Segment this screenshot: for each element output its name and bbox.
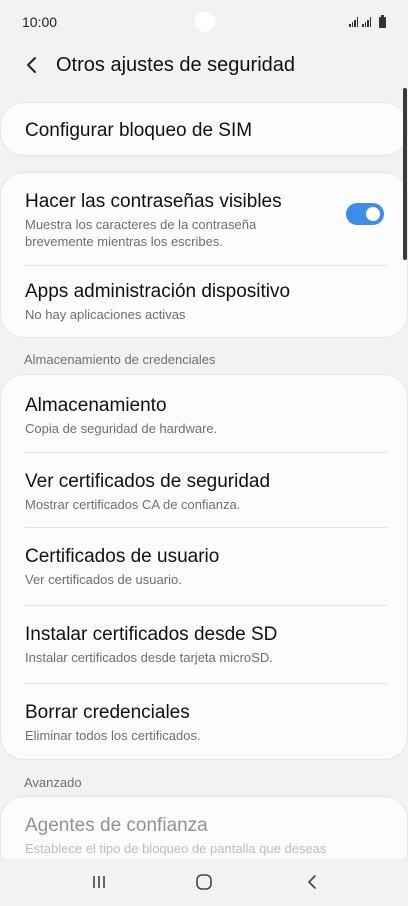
home-icon[interactable] <box>193 872 215 892</box>
camera-cutout <box>195 12 215 32</box>
toggle-knob <box>364 205 382 223</box>
card-sim-lock: Configurar bloqueo de SIM <box>0 102 408 156</box>
item-subtitle: Instalar certificados desde tarjeta micr… <box>25 650 273 665</box>
item-title: Certificados de usuario <box>25 546 220 567</box>
list-item-show-passwords[interactable]: Hacer las contraseñas visibles Muestra l… <box>1 173 408 265</box>
list-item-sim-lock[interactable]: Configurar bloqueo de SIM <box>1 103 408 157</box>
card-credentials: Almacenamiento Copia de seguridad de har… <box>0 374 408 760</box>
navigation-bar <box>0 858 408 906</box>
signal-icon-2 <box>362 17 371 27</box>
item-title: Configurar bloqueo de SIM <box>25 120 253 141</box>
battery-icon <box>379 14 386 28</box>
item-subtitle: Establece el tipo de bloqueo de pantalla… <box>25 841 327 856</box>
item-subtitle: Ver certificados de usuario. <box>25 572 182 587</box>
item-subtitle: Eliminar todos los certificados. <box>25 728 201 743</box>
list-item-clear-credentials[interactable]: Borrar credenciales Eliminar todos los c… <box>1 684 408 760</box>
card-passwords: Hacer las contraseñas visibles Muestra l… <box>0 172 408 338</box>
list-item-install-certs[interactable]: Instalar certificados desde SD Instalar … <box>1 606 408 683</box>
recents-icon[interactable] <box>88 872 110 892</box>
item-subtitle: Copia de seguridad de hardware. <box>25 421 218 436</box>
list-item-trust-agents[interactable]: Agentes de confianza Establece el tipo d… <box>1 797 408 867</box>
section-header-advanced: Avanzado <box>24 775 82 790</box>
list-item-user-certs[interactable]: Certificados de usuario Ver certificados… <box>1 528 408 605</box>
item-title: Apps administración dispositivo <box>25 281 291 302</box>
back-icon[interactable] <box>301 872 323 892</box>
signal-icon <box>349 17 358 27</box>
item-title: Borrar credenciales <box>25 702 190 723</box>
section-header-credentials: Almacenamiento de credenciales <box>24 352 216 367</box>
page-title: Otros ajustes de seguridad <box>56 54 296 76</box>
item-subtitle-2: brevemente mientras los escribes. <box>25 234 223 249</box>
item-title: Instalar certificados desde SD <box>25 624 278 645</box>
item-subtitle: Mostrar certificados CA de confianza. <box>25 497 241 512</box>
item-title: Agentes de confianza <box>25 815 208 836</box>
item-title: Ver certificados de seguridad <box>25 471 271 492</box>
app-bar: Otros ajustes de seguridad <box>0 44 408 86</box>
back-arrow-icon[interactable] <box>23 56 41 74</box>
list-item-security-certs[interactable]: Ver certificados de seguridad Mostrar ce… <box>1 453 408 527</box>
scrollbar[interactable] <box>403 88 407 260</box>
status-icons <box>349 14 386 28</box>
item-subtitle: No hay aplicaciones activas <box>25 307 186 322</box>
item-subtitle: Muestra los caracteres de la contraseña <box>25 217 257 232</box>
show-passwords-toggle[interactable] <box>346 203 384 225</box>
item-title: Almacenamiento <box>25 395 167 416</box>
list-item-device-admin-apps[interactable]: Apps administración dispositivo No hay a… <box>1 266 408 338</box>
list-item-storage[interactable]: Almacenamiento Copia de seguridad de har… <box>1 375 408 452</box>
item-title: Hacer las contraseñas visibles <box>25 191 282 212</box>
status-time: 10:00 <box>22 14 58 30</box>
